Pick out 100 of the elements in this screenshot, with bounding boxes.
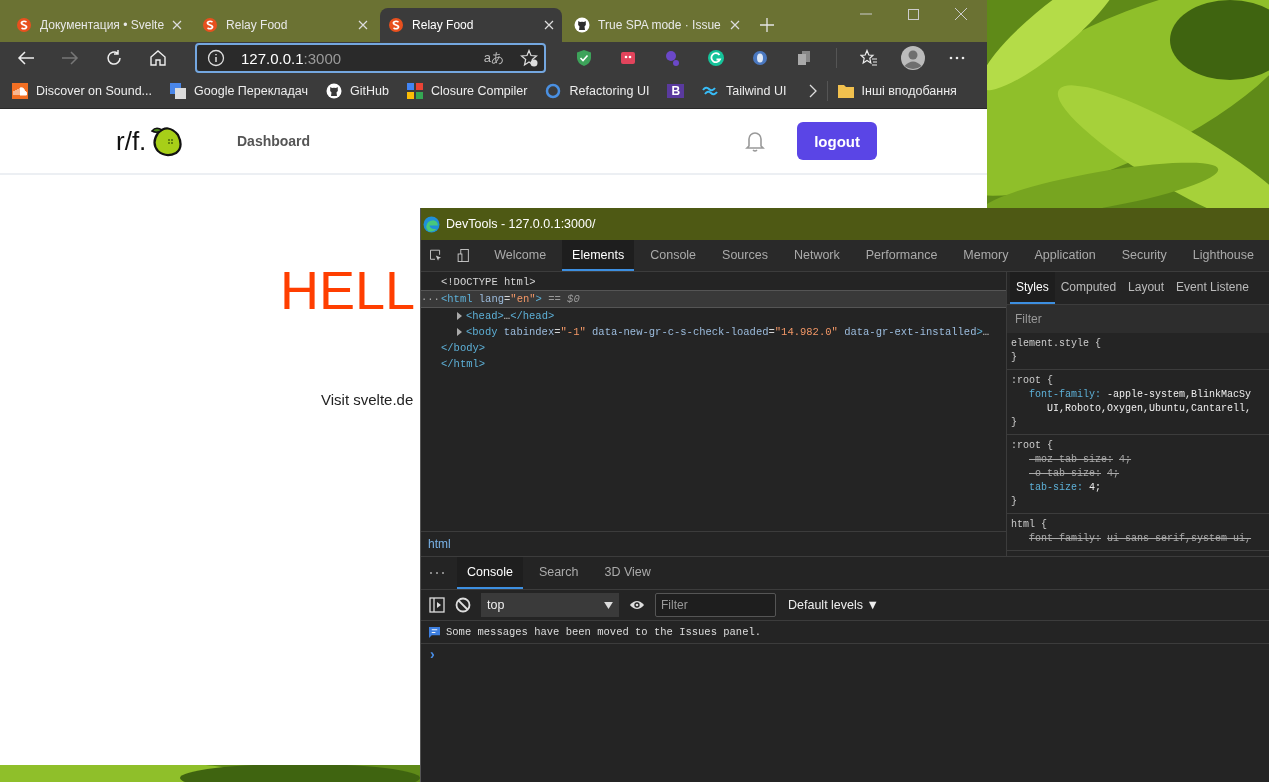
add-favorite-icon[interactable] — [520, 49, 538, 67]
devtools-tab[interactable]: Application — [1024, 240, 1106, 271]
browser-tab[interactable]: Документация • Svelte — [8, 8, 191, 42]
avatar-icon[interactable] — [901, 46, 925, 70]
dom-node[interactable]: </body> — [421, 340, 1006, 356]
drawer-tab[interactable]: Search — [528, 557, 589, 589]
css-selector: } — [1011, 417, 1017, 428]
device-icon[interactable] — [456, 247, 471, 264]
devtools-tab[interactable]: Elements — [562, 240, 635, 271]
folder-icon — [837, 83, 854, 99]
css-selector: } — [1011, 496, 1017, 507]
info-icon — [207, 49, 225, 67]
dom-node[interactable]: </html> — [421, 356, 1006, 372]
devtools-tab[interactable]: Console — [640, 240, 707, 271]
dom-node[interactable]: <!DOCTYPE html> — [421, 274, 1006, 290]
levels-dropdown[interactable]: Default levels ▼ — [786, 598, 881, 612]
url-text: 127.0.0.1:3000 — [241, 49, 343, 67]
css-value: UI,Roboto,Oxygen,Ubuntu,Cantarell, — [1046, 403, 1252, 414]
read-aloud-icon[interactable]: aあ — [483, 49, 504, 67]
breadcrumb[interactable]: html — [428, 537, 451, 551]
svelte-icon — [388, 17, 405, 33]
forward-icon[interactable] — [61, 49, 79, 67]
cloud-icon — [12, 83, 28, 99]
css-selector: html { — [1011, 519, 1047, 530]
clear-icon[interactable] — [455, 597, 471, 613]
visit-text: Visit svelte.de — [321, 391, 414, 408]
css-selector: :root { — [1011, 440, 1053, 451]
filter-field[interactable]: Filter — [1007, 305, 1269, 333]
css-declaration[interactable]: font-family: ui-sans-serif,system-ui, — [1011, 533, 1252, 544]
devtools-tab[interactable]: Security — [1111, 240, 1177, 271]
styles-tab[interactable]: Styles — [1010, 272, 1055, 304]
css-declaration[interactable]: -moz-tab-size: 4; — [1011, 454, 1132, 465]
bookmark-folder[interactable]: Інші вподобання — [837, 83, 957, 99]
favorites-icon[interactable] — [860, 49, 878, 67]
address-bar[interactable]: 127.0.0.1:3000 aあ — [195, 43, 546, 73]
bookmark[interactable]: Refactoring UI — [545, 83, 650, 99]
styles-tab[interactable]: Computed — [1054, 272, 1123, 304]
prompt-caret[interactable]: › — [430, 646, 435, 662]
extension-icon[interactable] — [619, 49, 637, 67]
css-selector: element.style { — [1011, 338, 1101, 349]
bookmark[interactable]: GitHub — [326, 83, 389, 99]
dom-node[interactable]: <body tabindex="-1" data-new-gr-c-s-check-loaded="14.982.0" data-gr-ext-installed>… — [421, 324, 1006, 340]
devtools-tab[interactable]: Performance — [855, 240, 948, 271]
more-icon[interactable] — [429, 571, 445, 575]
devtools-tab[interactable]: Network — [783, 240, 850, 271]
drawer-tab[interactable]: 3D View — [594, 557, 661, 589]
refresh-icon[interactable] — [105, 49, 123, 67]
css-declaration[interactable]: font-family: -apple-system,BlinkMacSy — [1011, 389, 1252, 400]
drawer-tab[interactable]: Console — [457, 557, 523, 589]
dom-node[interactable]: <head>…</head> — [421, 308, 1006, 324]
logo-text: r/f. — [116, 126, 147, 157]
bookmark[interactable]: Google Перекладач — [170, 83, 308, 99]
context-dropdown[interactable]: top — [481, 593, 619, 617]
console-message: Some messages have been moved to the Issues panel. — [446, 626, 762, 638]
devtools-tab[interactable]: Lighthouse — [1182, 240, 1264, 271]
maximize-icon[interactable] — [908, 8, 919, 20]
close-icon[interactable] — [730, 20, 741, 30]
svelte-icon — [16, 17, 32, 33]
home-icon[interactable] — [149, 49, 167, 67]
blocks-icon — [406, 83, 423, 99]
logout-button[interactable]: logout — [797, 122, 877, 160]
devtools-tab[interactable]: Sources — [712, 240, 778, 271]
nav-link[interactable]: Dashboard — [237, 133, 311, 149]
expand-arrow-icon[interactable] — [457, 328, 462, 336]
css-selector: } — [1011, 352, 1017, 363]
pear-icon — [148, 125, 185, 157]
window-title: DevTools - 127.0.0.1:3000/ — [446, 217, 596, 231]
devtools-tab[interactable]: Welcome — [484, 240, 557, 271]
bell-icon[interactable] — [745, 130, 766, 152]
bookmark[interactable]: Discover on Sound... — [12, 83, 153, 99]
styles-tab[interactable]: Event Listene — [1170, 272, 1255, 304]
back-icon[interactable] — [17, 49, 35, 67]
chevron-right-icon[interactable] — [808, 84, 817, 98]
browser-tab[interactable]: Relay Food — [194, 8, 377, 42]
shield-icon[interactable] — [575, 49, 593, 67]
sidebar-toggle-icon[interactable] — [429, 597, 445, 613]
bookmark[interactable]: Closure Compiler — [406, 83, 528, 99]
grammar-icon[interactable] — [707, 49, 725, 67]
ring-icon — [545, 83, 562, 99]
hello-heading: HELL — [280, 263, 416, 317]
css-selector: :root { — [1011, 375, 1053, 386]
new-tab-icon[interactable] — [760, 18, 775, 32]
close-icon[interactable] — [358, 20, 369, 30]
styles-tab[interactable]: Layout — [1122, 272, 1171, 304]
browser-tab[interactable]: True SPA mode · Issue — [566, 8, 749, 42]
close-icon[interactable] — [172, 20, 183, 30]
close-icon[interactable] — [544, 20, 555, 30]
dom-node[interactable]: ···<html lang="en"> == $0 — [421, 290, 1006, 308]
devtools-tab[interactable]: Memory — [953, 240, 1019, 271]
ring-icon[interactable] — [751, 49, 769, 67]
css-declaration[interactable]: tab-size: 4; — [1011, 482, 1102, 493]
edge-icon — [423, 215, 440, 233]
expand-arrow-icon[interactable] — [457, 312, 462, 320]
css-declaration[interactable]: -o-tab-size: 4; — [1011, 468, 1120, 479]
bookmark[interactable]: B — [667, 84, 685, 98]
browser-tab[interactable]: Relay Food — [380, 8, 563, 42]
collections-icon[interactable] — [795, 49, 813, 67]
filter-field[interactable]: Filter — [655, 593, 776, 617]
github-icon — [574, 17, 591, 33]
bookmark[interactable]: Tailwind UI — [702, 83, 787, 99]
